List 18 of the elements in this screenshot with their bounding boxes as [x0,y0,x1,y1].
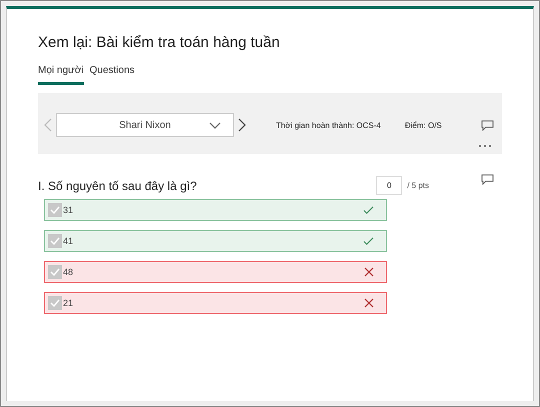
option-label: 48 [63,267,74,277]
comment-icon[interactable] [481,120,494,130]
points-total: / 5 pts [407,181,429,190]
option-label: 31 [63,205,74,215]
points-field[interactable]: 0 [376,176,402,195]
score-label: Điểm: O/S [404,120,442,130]
tab[interactable]: Mọi người [38,65,84,85]
chevron-down-icon [209,122,221,128]
comment-icon[interactable] [481,174,494,185]
more-icon[interactable] [478,144,492,148]
question-title: I. Số nguyên tố sau đây là gì? [38,178,198,192]
completion-time: Thời gian hoàn thành: OCS-4 [276,120,381,130]
next-icon[interactable] [238,118,246,132]
page-title: Xem lại: Bài kiểm tra toán hàng tuần [38,34,281,51]
tab[interactable]: Questions [90,65,135,85]
option-label: 41 [63,236,74,246]
option-label: 21 [63,298,74,308]
respondent-dropdown[interactable]: Shari Nixon [56,113,234,137]
